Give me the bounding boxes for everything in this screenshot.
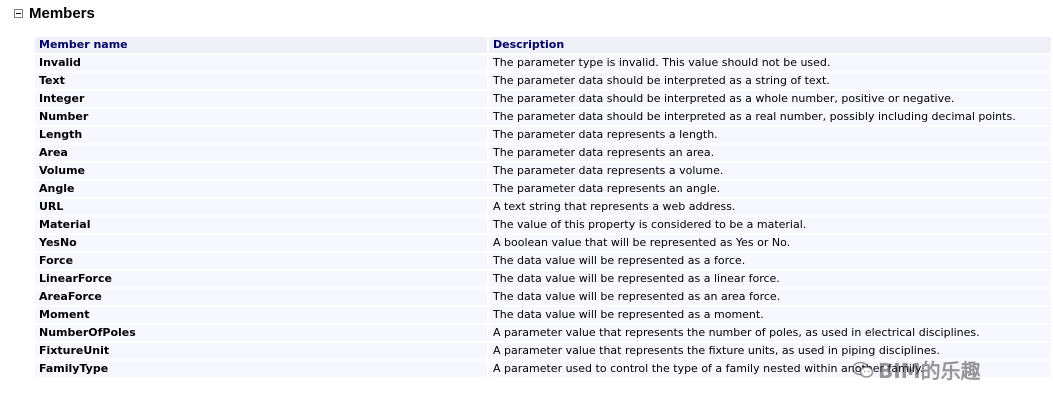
member-name-cell: Integer — [35, 91, 487, 107]
member-name-cell: Number — [35, 109, 487, 125]
table-row: Angle The parameter data represents an an… — [35, 181, 1051, 197]
table-row: Length The parameter data represents a le… — [35, 127, 1051, 143]
member-description-cell: The parameter data represents an area. — [489, 145, 1051, 161]
column-header-description: Description — [489, 37, 1051, 53]
member-name-cell: Force — [35, 253, 487, 269]
member-name-cell: Volume — [35, 163, 487, 179]
member-name-cell: FamilyType — [35, 361, 487, 377]
table-row: LinearForce The data value will be repres… — [35, 271, 1051, 287]
member-name-cell: Area — [35, 145, 487, 161]
member-description-cell: The parameter data represents an angle. — [489, 181, 1051, 197]
table-row: Material The value of this property is co… — [35, 217, 1051, 233]
table-row: FamilyType A parameter used to control th… — [35, 361, 1051, 377]
member-description-cell: The parameter data should be interpreted… — [489, 91, 1051, 107]
section-title: Members — [29, 4, 95, 22]
member-description-cell: The data value will be represented as an… — [489, 289, 1051, 305]
member-description-cell: A boolean value that will be represented… — [489, 235, 1051, 251]
member-description-cell: The value of this property is considered… — [489, 217, 1051, 233]
table-header-row: Member name Description — [35, 37, 1051, 53]
table-row: Force The data value will be represented … — [35, 253, 1051, 269]
member-name-cell: Angle — [35, 181, 487, 197]
member-description-cell: A parameter value that represents the fi… — [489, 343, 1051, 359]
collapse-minus-icon[interactable] — [14, 8, 23, 18]
member-name-cell: YesNo — [35, 235, 487, 251]
member-description-cell: The parameter type is invalid. This valu… — [489, 55, 1051, 71]
members-table-body: Invalid The parameter type is invalid. Th… — [35, 55, 1051, 377]
table-row: Number The parameter data should be inter… — [35, 109, 1051, 125]
table-row: Volume The parameter data represents a vo… — [35, 163, 1051, 179]
member-name-cell: Moment — [35, 307, 487, 323]
table-row: Invalid The parameter type is invalid. Th… — [35, 55, 1051, 71]
member-description-cell: The parameter data should be interpreted… — [489, 73, 1051, 89]
member-description-cell: The data value will be represented as a … — [489, 271, 1051, 287]
member-description-cell: A parameter value that represents the nu… — [489, 325, 1051, 341]
table-row: NumberOfPoles A parameter value that repr… — [35, 325, 1051, 341]
member-name-cell: Invalid — [35, 55, 487, 71]
section-header: Members — [14, 3, 95, 23]
member-name-cell: URL — [35, 199, 487, 215]
member-description-cell: The parameter data represents a length. — [489, 127, 1051, 143]
member-name-cell: NumberOfPoles — [35, 325, 487, 341]
member-name-cell: AreaForce — [35, 289, 487, 305]
table-row: Text The parameter data should be interpr… — [35, 73, 1051, 89]
member-description-cell: The parameter data should be interpreted… — [489, 109, 1051, 125]
member-name-cell: Material — [35, 217, 487, 233]
table-row: Moment The data value will be represented… — [35, 307, 1051, 323]
table-row: FixtureUnit A parameter value that repres… — [35, 343, 1051, 359]
member-description-cell: The data value will be represented as a … — [489, 253, 1051, 269]
table-row: Area The parameter data represents an are… — [35, 145, 1051, 161]
table-row: AreaForce The data value will be represen… — [35, 289, 1051, 305]
column-header-member-name: Member name — [35, 37, 487, 53]
member-description-cell: The data value will be represented as a … — [489, 307, 1051, 323]
member-description-cell: A parameter used to control the type of … — [489, 361, 1051, 377]
member-name-cell: Length — [35, 127, 487, 143]
member-name-cell: LinearForce — [35, 271, 487, 287]
table-row: URL A text string that represents a web a… — [35, 199, 1051, 215]
member-description-cell: A text string that represents a web addr… — [489, 199, 1051, 215]
table-row: Integer The parameter data should be inte… — [35, 91, 1051, 107]
member-description-cell: The parameter data represents a volume. — [489, 163, 1051, 179]
table-row: YesNo A boolean value that will be repres… — [35, 235, 1051, 251]
members-table: Member name Description Invalid The param… — [33, 35, 1053, 379]
member-name-cell: Text — [35, 73, 487, 89]
member-name-cell: FixtureUnit — [35, 343, 487, 359]
